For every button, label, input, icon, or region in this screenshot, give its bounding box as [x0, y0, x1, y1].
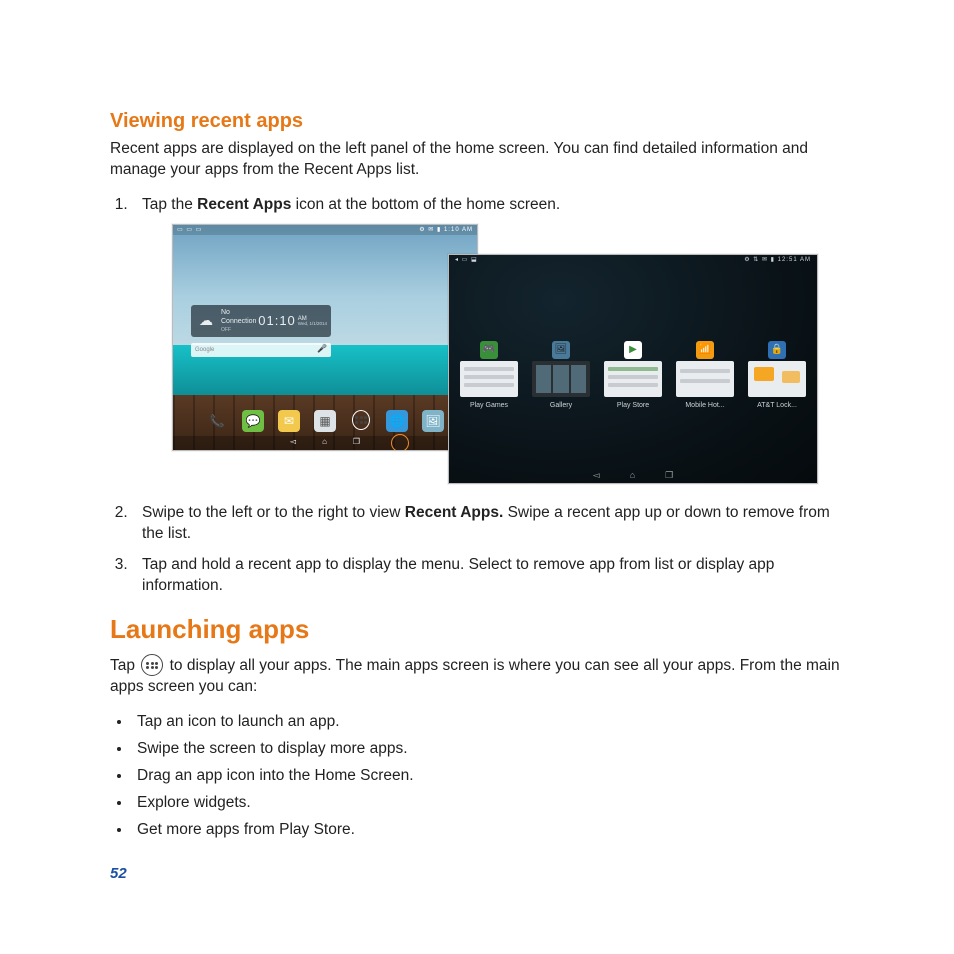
nav-recent-icon[interactable]: ❐: [353, 437, 360, 448]
recent-app-thumbnail: [604, 361, 662, 397]
play-games-icon: 🎮: [480, 341, 498, 359]
recent-app-label: AT&T Lock...: [757, 401, 797, 410]
bullet-item: Swipe the screen to display more apps.: [132, 739, 844, 760]
status-bar: ◂ ▭ ⬓ ⚙ ⇅ ✉ ▮ 12:51 AM: [449, 255, 817, 265]
screenshot-group: ▭ ▭ ▭ ⚙ ✉ ▮ 1:10 AM ☁ No Connection OFF …: [172, 224, 844, 489]
google-search-label: Google: [195, 346, 214, 354]
recent-app-card[interactable]: 📶 Mobile Hot...: [676, 341, 734, 410]
status-left: ◂ ▭ ⬓: [455, 256, 478, 264]
email-app-icon[interactable]: ✉: [278, 410, 300, 432]
messaging-app-icon[interactable]: 💬: [242, 410, 264, 432]
bullet-item: Drag an app icon into the Home Screen.: [132, 766, 844, 787]
bullet-item: Get more apps from Play Store.: [132, 820, 844, 841]
screenshot-recent-apps: ◂ ▭ ⬓ ⚙ ⇅ ✉ ▮ 12:51 AM 🎮 Play Games �: [448, 254, 818, 484]
page-number: 52: [110, 865, 844, 882]
weather-cloud-icon: ☁: [191, 311, 221, 330]
intro-text-a: Tap: [110, 658, 139, 675]
weather-no-connection: No Connection OFF: [221, 308, 258, 334]
launching-apps-intro: Tap to display all your apps. The main a…: [110, 655, 844, 698]
bullet-item: Explore widgets.: [132, 793, 844, 814]
recent-app-card[interactable]: 🔒 AT&T Lock...: [748, 341, 806, 410]
step-2-text-a: Swipe to the left or to the right to vie…: [142, 504, 405, 521]
nav-back-icon[interactable]: ◅: [593, 469, 600, 481]
document-page: Viewing recent apps Recent apps are disp…: [0, 0, 954, 922]
nav-home-icon[interactable]: ⌂: [322, 437, 327, 448]
voice-search-icon[interactable]: 🎤: [317, 344, 327, 355]
status-right: ⚙ ✉ ▮ 1:10 AM: [419, 226, 473, 234]
clock-date: Wed, 1/1/2014: [298, 322, 327, 327]
recent-app-card[interactable]: 🎮 Play Games: [460, 341, 518, 410]
gallery-icon: 🖼: [552, 341, 570, 359]
recent-app-thumbnail: [676, 361, 734, 397]
widget-off-label: OFF: [221, 327, 258, 334]
system-nav-bar: ◅ ⌂ ❐: [449, 467, 817, 483]
launching-apps-bullets: Tap an icon to launch an app. Swipe the …: [110, 712, 844, 841]
step-3: Tap and hold a recent app to display the…: [132, 555, 844, 597]
system-nav-bar: ◅ ⌂ ❐: [173, 436, 477, 450]
recent-app-label: Play Games: [470, 401, 508, 410]
bullet-item: Tap an icon to launch an app.: [132, 712, 844, 733]
intro-paragraph-1: Recent apps are displayed on the left pa…: [110, 139, 844, 181]
calendar-app-icon[interactable]: ▦: [314, 410, 336, 432]
att-locker-icon: 🔒: [768, 341, 786, 359]
status-bar: ▭ ▭ ▭ ⚙ ✉ ▮ 1:10 AM: [173, 225, 477, 235]
intro-text-b: to display all your apps. The main apps …: [110, 658, 840, 696]
recent-app-card[interactable]: 🖼 Gallery: [532, 341, 590, 410]
heading-viewing-recent-apps: Viewing recent apps: [110, 110, 844, 133]
screenshot-home-screen: ▭ ▭ ▭ ⚙ ✉ ▮ 1:10 AM ☁ No Connection OFF …: [172, 224, 478, 451]
recent-app-label: Play Store: [617, 401, 649, 410]
recent-app-thumbnail: [748, 361, 806, 397]
nav-home-icon[interactable]: ⌂: [630, 469, 635, 481]
nav-back-icon[interactable]: ◅: [290, 437, 296, 448]
step-2: Swipe to the left or to the right to vie…: [132, 503, 844, 545]
step-1-text-a: Tap the: [142, 196, 197, 213]
steps-list: Tap the Recent Apps icon at the bottom o…: [110, 195, 844, 597]
clock-weather-widget[interactable]: ☁ No Connection OFF 01:10 AM Wed, 1/1/20…: [191, 305, 331, 337]
clock-ampm: AM Wed, 1/1/2014: [296, 316, 331, 327]
recent-app-label: Mobile Hot...: [685, 401, 724, 410]
mobile-hotspot-icon: 📶: [696, 341, 714, 359]
nav-recent-icon[interactable]: ❐: [665, 469, 673, 481]
heading-launching-apps: Launching apps: [110, 614, 844, 645]
recent-app-card[interactable]: ▶ Play Store: [604, 341, 662, 410]
clock-time: 01:10: [258, 312, 296, 330]
recent-app-thumbnail: [460, 361, 518, 397]
status-right: ⚙ ⇅ ✉ ▮ 12:51 AM: [744, 256, 811, 264]
gallery-app-icon[interactable]: 🖼: [422, 410, 444, 432]
google-search-bar[interactable]: Google 🎤: [191, 343, 331, 357]
play-store-icon: ▶: [624, 341, 642, 359]
all-apps-icon[interactable]: [350, 410, 372, 432]
step-2-bold: Recent Apps.: [405, 504, 503, 521]
status-left: ▭ ▭ ▭: [177, 226, 202, 234]
recent-app-label: Gallery: [550, 401, 572, 410]
step-1-bold: Recent Apps: [197, 196, 291, 213]
highlight-ring-recent-apps: [391, 434, 409, 451]
recent-apps-row[interactable]: 🎮 Play Games 🖼: [449, 341, 817, 410]
step-1: Tap the Recent Apps icon at the bottom o…: [132, 195, 844, 489]
all-apps-inline-icon: [141, 654, 163, 676]
step-1-text-b: icon at the bottom of the home screen.: [291, 196, 560, 213]
home-dock: 📞 💬 ✉ ▦ 🌐 🖼: [173, 410, 477, 432]
browser-app-icon[interactable]: 🌐: [386, 410, 408, 432]
recent-app-thumbnail: [532, 361, 590, 397]
phone-app-icon[interactable]: 📞: [206, 410, 228, 432]
